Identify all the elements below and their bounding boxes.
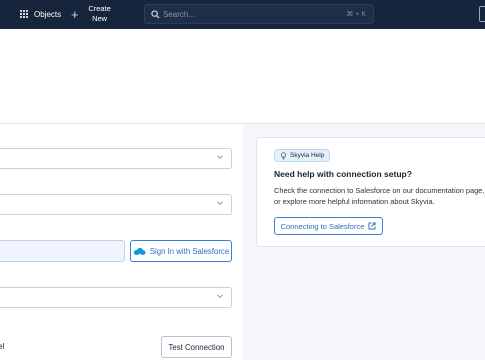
- chevron-down-icon: [217, 201, 223, 206]
- cancel-button[interactable]: cel: [0, 342, 4, 351]
- search-input[interactable]: [163, 9, 323, 19]
- sign-in-salesforce-button[interactable]: Sign In with Salesforce: [130, 240, 232, 262]
- select-field-2[interactable]: [0, 194, 232, 215]
- help-description: Check the connection to Salesforce on ou…: [274, 185, 485, 207]
- create-new-button[interactable]: + Create New: [71, 4, 113, 24]
- chevron-down-icon: [217, 155, 223, 160]
- skyvia-help-label: Skyvia Help: [290, 152, 325, 159]
- chevron-down-icon: [217, 294, 223, 299]
- plus-icon: +: [71, 6, 79, 22]
- select-field-1[interactable]: [0, 148, 232, 169]
- create-new-label: Create New: [88, 4, 111, 23]
- page-header-area: [0, 29, 485, 123]
- lightbulb-icon: [280, 151, 287, 159]
- salesforce-account-field[interactable]: [0, 240, 125, 262]
- topbar-right-button[interactable]: [479, 6, 485, 22]
- select-field-3[interactable]: [0, 287, 232, 308]
- search-shortcut-hint: ⌘ + K: [346, 11, 366, 18]
- connecting-to-salesforce-link[interactable]: Connecting to Salesforce: [274, 217, 383, 235]
- connecting-to-salesforce-label: Connecting to Salesforce: [280, 221, 365, 231]
- skyvia-help-badge: Skyvia Help: [274, 149, 331, 162]
- sign-in-salesforce-label: Sign In with Salesforce: [149, 246, 230, 256]
- help-card: Skyvia Help Need help with connection se…: [256, 137, 485, 247]
- help-description-line: Check the connection to Salesforce on ou…: [274, 186, 485, 195]
- top-navigation-bar: Objects + Create New ⌘ + K: [0, 0, 485, 29]
- objects-label: Objects: [34, 9, 62, 19]
- grid-icon: [20, 9, 29, 19]
- help-description-line: or explore more helpful information abou…: [274, 197, 435, 206]
- help-title: Need help with connection setup?: [274, 169, 412, 179]
- salesforce-cloud-icon: [133, 247, 146, 255]
- search-box[interactable]: ⌘ + K: [144, 4, 374, 24]
- objects-button[interactable]: Objects: [20, 6, 61, 22]
- test-connection-button[interactable]: Test Connection: [161, 336, 232, 358]
- search-icon: [151, 9, 160, 19]
- external-link-icon: [368, 222, 376, 230]
